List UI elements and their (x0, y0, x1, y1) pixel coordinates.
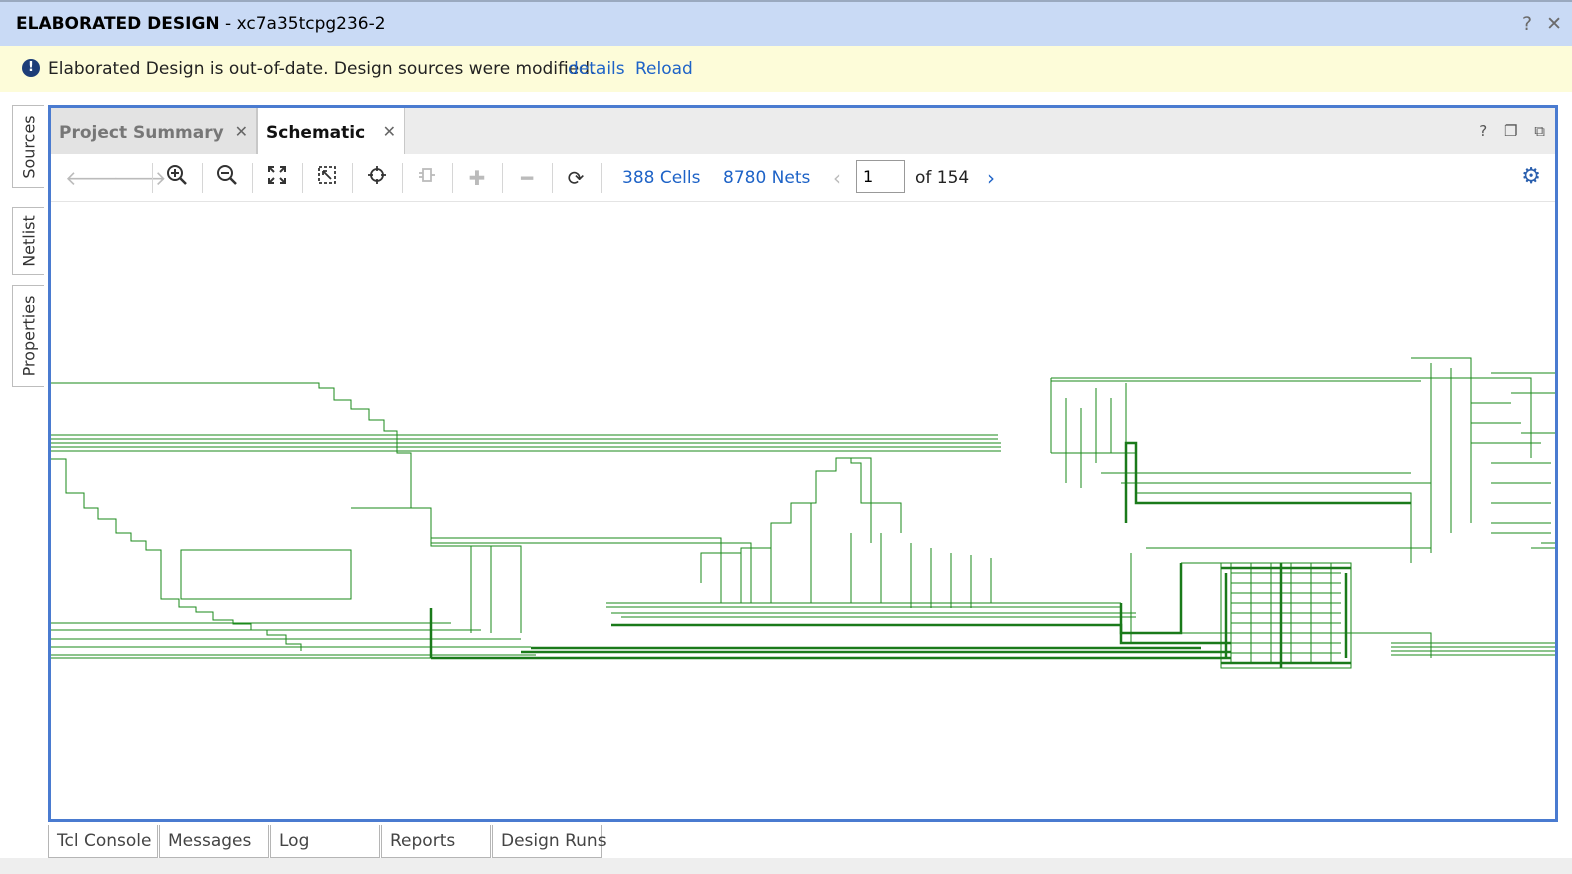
toolbar-separator (202, 163, 203, 193)
schematic-diagram (51, 357, 1555, 669)
close-icon[interactable]: ✕ (235, 122, 248, 141)
tab-label: Schematic (266, 123, 366, 143)
restore-icon[interactable]: ❐ (1504, 122, 1517, 140)
tab-design-runs[interactable]: Design Runs (492, 825, 607, 858)
bottom-tab-label: Messages (168, 831, 252, 851)
crosshair-icon[interactable] (363, 164, 391, 192)
tab-label: Project Summary (59, 123, 224, 143)
toolbar-separator (552, 163, 553, 193)
nets-count-link[interactable]: 8780 Nets (723, 168, 810, 188)
schematic-canvas[interactable] (51, 203, 1555, 819)
window-title-bold: ELABORATED DESIGN (16, 14, 220, 34)
bottom-tab-label: Log (279, 831, 310, 851)
toolbar-separator (502, 163, 503, 193)
fit-view-icon[interactable] (263, 164, 291, 192)
zoom-selection-icon[interactable] (313, 164, 341, 192)
bottom-tab-label: Design Runs (501, 831, 607, 851)
chevron-right-icon[interactable]: › (977, 164, 1005, 192)
bottom-tab-label: Tcl Console (57, 831, 152, 851)
collapse-minus-icon[interactable]: ━ (513, 164, 541, 192)
forward-arrow-icon[interactable]: 🡒 (113, 164, 167, 192)
expand-plus-icon[interactable]: ✚ (463, 164, 491, 192)
tab-project-summary[interactable]: Project Summary ✕ (51, 108, 257, 154)
close-icon[interactable]: ✕ (383, 122, 396, 141)
cell-icon[interactable] (413, 164, 441, 192)
titlebar-icons: ? ✕ (1514, 13, 1562, 35)
back-arrow-icon[interactable]: 🡐 (65, 164, 119, 192)
status-bar (0, 858, 1572, 874)
page-count: of 154 (915, 168, 970, 188)
toolbar-separator (252, 163, 253, 193)
toolbar-separator (152, 163, 153, 193)
popout-icon[interactable]: ⧉ (1534, 122, 1545, 140)
toolbar-separator (601, 163, 602, 193)
side-tab-properties[interactable]: Properties (12, 285, 44, 387)
refresh-icon[interactable]: ⟳ (562, 164, 590, 192)
schematic-toolbar: 🡐 🡒 ✚ ━ ⟳ 388 Cells 8780 Nets ‹ 1 of 154… (51, 154, 1555, 202)
tab-tcl-console[interactable]: Tcl Console (48, 825, 158, 858)
toolbar-separator (402, 163, 403, 193)
page-number-input[interactable] (856, 160, 905, 193)
chevron-left-icon[interactable]: ‹ (823, 164, 851, 192)
panel-window-controls: ? ❐ ⧉ (1467, 122, 1545, 140)
banner-message: Elaborated Design is out-of-date. Design… (48, 59, 596, 79)
toolbar-separator (352, 163, 353, 193)
details-link[interactable]: details (568, 59, 625, 79)
window-titlebar: ELABORATED DESIGN - xc7a35tcpg236-2 ? ✕ (0, 0, 1572, 46)
window-title-part: - xc7a35tcpg236-2 (219, 14, 386, 34)
panel-tabbar: Project Summary ✕ Schematic ✕ ? ❐ ⧉ (51, 108, 1555, 155)
side-tab-label: Properties (19, 295, 38, 377)
side-tab-sources[interactable]: Sources (12, 105, 44, 188)
tab-log[interactable]: Log (270, 825, 380, 858)
help-icon[interactable]: ? (1522, 13, 1532, 35)
toolbar-separator (452, 163, 453, 193)
side-tab-label: Netlist (19, 215, 38, 267)
reload-link[interactable]: Reload (635, 59, 693, 79)
tab-reports[interactable]: Reports (381, 825, 491, 858)
cells-count-link[interactable]: 388 Cells (622, 168, 700, 188)
toolbar-separator (302, 163, 303, 193)
tab-schematic[interactable]: Schematic ✕ (257, 108, 405, 155)
zoom-out-icon[interactable] (213, 164, 241, 192)
window-title: ELABORATED DESIGN - xc7a35tcpg236-2 (16, 14, 386, 34)
main-panel: Project Summary ✕ Schematic ✕ ? ❐ ⧉ 🡐 🡒 (48, 105, 1558, 822)
side-tab-netlist[interactable]: Netlist (12, 207, 44, 275)
zoom-in-icon[interactable] (163, 164, 191, 192)
gear-icon[interactable]: ⚙ (1521, 164, 1541, 189)
bottom-tab-label: Reports (390, 831, 456, 851)
exclamation-circle-icon: ! (22, 59, 40, 77)
close-icon[interactable]: ✕ (1546, 13, 1562, 35)
outdated-banner: ! Elaborated Design is out-of-date. Desi… (0, 46, 1572, 92)
help-icon[interactable]: ? (1479, 122, 1487, 140)
tab-messages[interactable]: Messages (159, 825, 269, 858)
side-tab-label: Sources (19, 114, 38, 179)
